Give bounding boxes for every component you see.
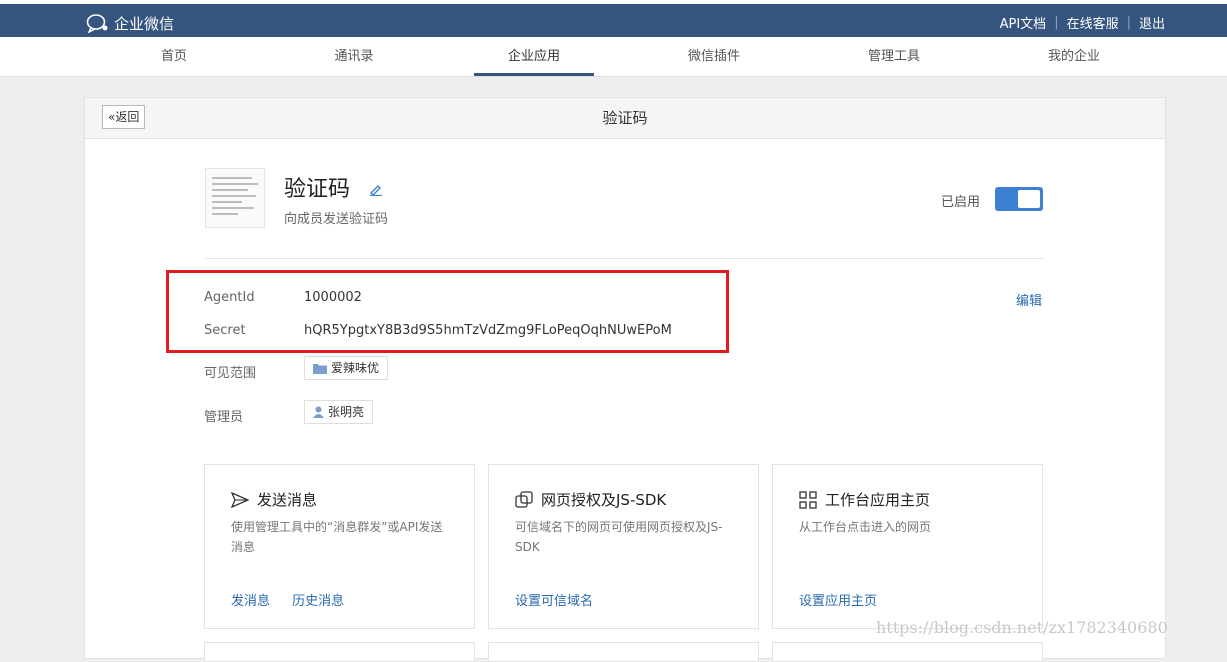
card-header: «返回 验证码 [85, 98, 1165, 139]
admin-label: 管理员 [204, 410, 244, 425]
watermark: https://blog.csdn.net/zx1782340680 [876, 618, 1168, 637]
feature-card-partial [488, 642, 759, 662]
status-label: 已启用 [941, 195, 981, 210]
feature-description: 使用管理工具中的“消息群发”或API发送消息 [231, 520, 443, 554]
feature-title: 发送消息 [257, 491, 318, 509]
divider [205, 258, 1045, 259]
grid-icon [799, 490, 817, 509]
feature-card-workbench-home: 工作台应用主页 从工作台点击进入的网页 设置应用主页 [772, 464, 1043, 629]
send-message-link[interactable]: 发消息 [231, 594, 270, 609]
send-icon [231, 491, 249, 508]
logout-link[interactable]: 退出 [1139, 13, 1165, 32]
nav-management-tools[interactable]: 管理工具 [834, 37, 954, 76]
feature-card-partial [772, 642, 1043, 662]
top-link-separator: | [1126, 15, 1131, 30]
top-bar: 企业微信 API文档 | 在线客服 | 退出 [0, 0, 1227, 37]
edit-link[interactable]: 编辑 [1016, 290, 1042, 309]
app-name: 验证码 [284, 177, 351, 202]
highlight-annotation-box [166, 270, 729, 353]
folder-icon [313, 363, 327, 374]
feature-card-send-message: 发送消息 使用管理工具中的“消息群发”或API发送消息 发消息 历史消息 [204, 464, 475, 629]
feature-title: 工作台应用主页 [825, 491, 931, 509]
app-description: 向成员发送验证码 [284, 212, 389, 227]
back-label: 返回 [115, 110, 140, 124]
nav-contacts[interactable]: 通讯录 [294, 37, 414, 76]
scope-value: 爱辣味优 [331, 361, 380, 375]
scope-tag[interactable]: 爱辣味优 [304, 356, 389, 380]
feature-description: 可信域名下的网页可使用网页授权及JS-SDK [515, 520, 723, 554]
app-logo-thumbnail [205, 168, 265, 228]
admin-value: 张明亮 [328, 405, 365, 419]
link-icon [515, 490, 533, 508]
admin-tag[interactable]: 张明亮 [304, 400, 374, 424]
main-nav: 首页 通讯录 企业应用 微信插件 管理工具 我的企业 [0, 37, 1227, 77]
user-icon [313, 406, 324, 418]
app-detail-card: «返回 验证码 验证码 向成员发送验证码 已启用 AgentId 1000002… [84, 97, 1166, 662]
nav-my-company[interactable]: 我的企业 [1014, 37, 1134, 76]
online-support-link[interactable]: 在线客服 [1067, 13, 1119, 32]
scope-label: 可见范围 [204, 366, 257, 381]
feature-description: 从工作台点击进入的网页 [799, 520, 932, 534]
enable-toggle[interactable] [995, 187, 1043, 211]
history-message-link[interactable]: 历史消息 [292, 594, 344, 609]
feature-card-partial [204, 642, 475, 662]
nav-apps[interactable]: 企业应用 [474, 37, 594, 76]
top-link-separator: | [1054, 15, 1059, 30]
feature-card-web-auth: 网页授权及JS-SDK 可信域名下的网页可使用网页授权及JS-SDK 设置可信域… [488, 464, 759, 629]
pencil-icon[interactable] [369, 182, 383, 196]
brand-logo[interactable]: 企业微信 [86, 12, 174, 34]
api-docs-link[interactable]: API文档 [1000, 13, 1047, 32]
nav-wechat-plugin[interactable]: 微信插件 [654, 37, 774, 76]
set-trusted-domain-link[interactable]: 设置可信域名 [515, 594, 593, 609]
toggle-knob [1018, 190, 1040, 208]
nav-home[interactable]: 首页 [114, 37, 234, 76]
feature-title: 网页授权及JS-SDK [541, 491, 667, 509]
top-links: API文档 | 在线客服 | 退出 [1000, 13, 1165, 32]
wecom-logo-icon [86, 14, 108, 33]
set-app-home-link[interactable]: 设置应用主页 [799, 594, 877, 609]
page-title: 验证码 [602, 109, 648, 127]
brand-name: 企业微信 [114, 14, 175, 33]
back-button[interactable]: «返回 [102, 105, 146, 129]
